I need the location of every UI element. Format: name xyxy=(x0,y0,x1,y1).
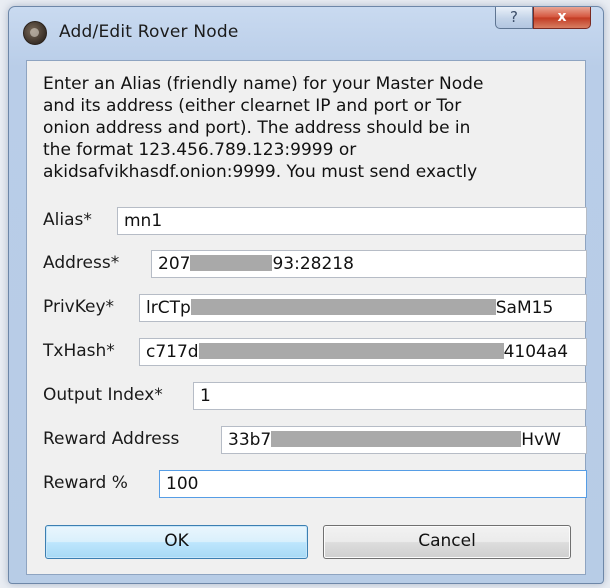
app-icon xyxy=(23,21,47,45)
close-button[interactable]: x xyxy=(533,7,591,29)
txhash-value-end: 4104a4 xyxy=(503,342,569,362)
txhash-input[interactable]: c717d 4104a4 xyxy=(139,338,587,366)
redaction xyxy=(271,431,522,447)
cancel-button[interactable]: Cancel xyxy=(323,525,571,559)
redaction xyxy=(190,299,496,315)
privkey-input[interactable]: lrCTp SaM15 xyxy=(139,294,587,322)
reward-percent-value: 100 xyxy=(166,474,199,494)
redaction xyxy=(190,255,273,271)
ok-button[interactable]: OK xyxy=(45,525,308,559)
dialog-window: Add/Edit Rover Node ? x Enter an Alias (… xyxy=(8,6,604,584)
output-index-input[interactable]: 1 xyxy=(193,382,587,410)
reward-percent-input[interactable]: 100 xyxy=(159,470,587,498)
privkey-label: PrivKey* xyxy=(43,297,115,317)
privkey-value-start: lrCTp xyxy=(146,298,191,318)
output-index-value: 1 xyxy=(200,386,211,406)
dialog-body: Enter an Alias (friendly name) for your … xyxy=(26,60,587,575)
redaction xyxy=(198,343,504,359)
alias-input[interactable]: mn1 xyxy=(117,207,587,235)
reward-address-value-end: HvW xyxy=(521,430,561,450)
description-text: Enter an Alias (friendly name) for your … xyxy=(43,74,484,182)
title-bar[interactable]: Add/Edit Rover Node ? x xyxy=(9,7,603,59)
reward-percent-label: Reward % xyxy=(43,473,128,493)
alias-label: Alias* xyxy=(43,210,92,230)
alias-value: mn1 xyxy=(124,211,163,231)
reward-address-value-start: 33b7 xyxy=(228,430,272,450)
address-input[interactable]: 207 93:28218 xyxy=(151,250,587,278)
txhash-label: TxHash* xyxy=(43,341,115,361)
privkey-value-end: SaM15 xyxy=(495,298,554,318)
reward-address-input[interactable]: 33b7 HvW xyxy=(221,426,587,454)
output-index-label: Output Index* xyxy=(43,385,163,405)
address-label: Address* xyxy=(43,253,120,273)
help-button[interactable]: ? xyxy=(495,7,533,29)
reward-address-label: Reward Address xyxy=(43,429,180,449)
txhash-value-start: c717d xyxy=(146,342,199,362)
window-title: Add/Edit Rover Node xyxy=(59,22,239,42)
address-value-start: 207 xyxy=(158,254,191,274)
address-value-end: 93:28218 xyxy=(272,254,354,274)
